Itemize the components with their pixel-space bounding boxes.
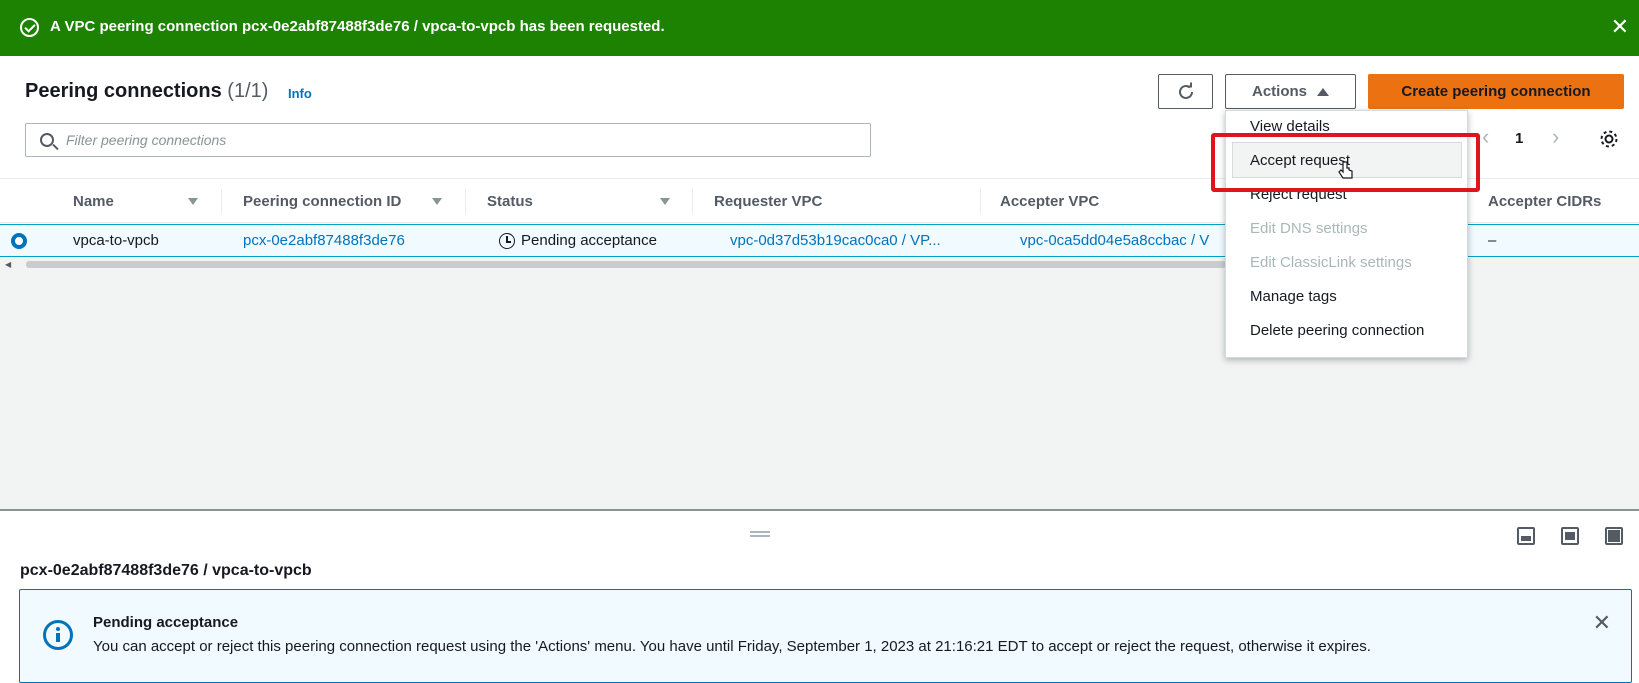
refresh-button[interactable]: [1158, 74, 1213, 109]
row-status: Pending acceptance: [521, 232, 657, 249]
check-circle-icon: [20, 18, 39, 37]
panel-side-icon[interactable]: [1561, 527, 1579, 545]
column-divider[interactable]: [692, 189, 693, 214]
selection-count: (1/1): [227, 80, 269, 102]
previous-page-icon[interactable]: ‹: [1482, 124, 1494, 149]
column-header-peering-id[interactable]: Peering connection ID: [243, 193, 401, 210]
close-icon[interactable]: ✕: [1593, 610, 1611, 636]
alert-title: Pending acceptance: [93, 614, 239, 631]
column-divider[interactable]: [221, 189, 222, 214]
sort-icon[interactable]: [660, 198, 670, 205]
row-requester-vpc-link[interactable]: vpc-0d37d53b19cac0ca0 / VP...: [730, 232, 941, 249]
page-title-text: Peering connections: [25, 80, 222, 102]
banner-message: A VPC peering connection pcx-0e2abf87488…: [50, 18, 665, 35]
menu-item-manage-tags[interactable]: Manage tags: [1250, 288, 1337, 305]
menu-item-edit-dns-settings: Edit DNS settings: [1250, 220, 1368, 237]
menu-item-edit-classiclink-settings: Edit ClassicLink settings: [1250, 254, 1412, 271]
pointer-cursor-icon: [1338, 161, 1353, 179]
info-icon: [43, 620, 73, 650]
filter-input[interactable]: [66, 129, 856, 151]
actions-label: Actions: [1251, 83, 1307, 100]
close-icon[interactable]: ✕: [1611, 14, 1629, 40]
page-number[interactable]: 1: [1515, 130, 1523, 147]
gear-icon[interactable]: [1598, 128, 1620, 150]
row-peering-id-link[interactable]: pcx-0e2abf87488f3de76: [243, 232, 405, 249]
search-icon: [40, 133, 54, 147]
clock-icon: [499, 233, 515, 249]
row-accepter-vpc-link[interactable]: vpc-0ca5dd04e5a8ccbac / V: [1020, 232, 1209, 249]
column-divider[interactable]: [465, 189, 466, 214]
refresh-icon: [1178, 82, 1193, 99]
row-accepter-cidrs: –: [1488, 232, 1497, 249]
menu-item-delete-peering-connection[interactable]: Delete peering connection: [1250, 322, 1424, 339]
column-header-accepter-cidrs[interactable]: Accepter CIDRs: [1488, 193, 1601, 210]
filter-box: [25, 123, 871, 157]
column-header-requester-vpc[interactable]: Requester VPC: [714, 193, 822, 210]
panel-bottom-icon[interactable]: [1517, 527, 1535, 545]
column-header-name[interactable]: Name: [73, 193, 114, 210]
row-name: vpca-to-vpcb: [73, 232, 159, 249]
page-title: Peering connections (1/1): [25, 80, 268, 103]
drag-handle-icon[interactable]: [750, 531, 770, 537]
success-banner: A VPC peering connection pcx-0e2abf87488…: [0, 0, 1639, 56]
row-radio-selected[interactable]: [11, 233, 27, 249]
scrollbar-thumb[interactable]: [26, 261, 1226, 268]
column-header-accepter-vpc[interactable]: Accepter VPC: [1000, 193, 1099, 210]
info-link[interactable]: Info: [288, 86, 312, 101]
actions-button[interactable]: Actions: [1225, 74, 1356, 109]
caret-up-icon: [1317, 87, 1329, 96]
scroll-left-icon[interactable]: ◀: [5, 260, 11, 269]
column-header-status[interactable]: Status: [487, 193, 533, 210]
split-panel: pcx-0e2abf87488f3de76 / vpca-to-vpcb Pen…: [0, 509, 1639, 683]
alert-body: You can accept or reject this peering co…: [93, 638, 1371, 655]
pending-acceptance-alert: Pending acceptance You can accept or rej…: [19, 589, 1632, 683]
panel-full-icon[interactable]: [1605, 527, 1623, 545]
column-divider[interactable]: [980, 189, 981, 214]
next-page-icon[interactable]: ›: [1552, 124, 1559, 150]
sort-icon[interactable]: [188, 198, 198, 205]
sort-icon[interactable]: [432, 198, 442, 205]
split-panel-title: pcx-0e2abf87488f3de76 / vpca-to-vpcb: [20, 562, 312, 579]
create-peering-connection-button[interactable]: Create peering connection: [1368, 74, 1624, 109]
